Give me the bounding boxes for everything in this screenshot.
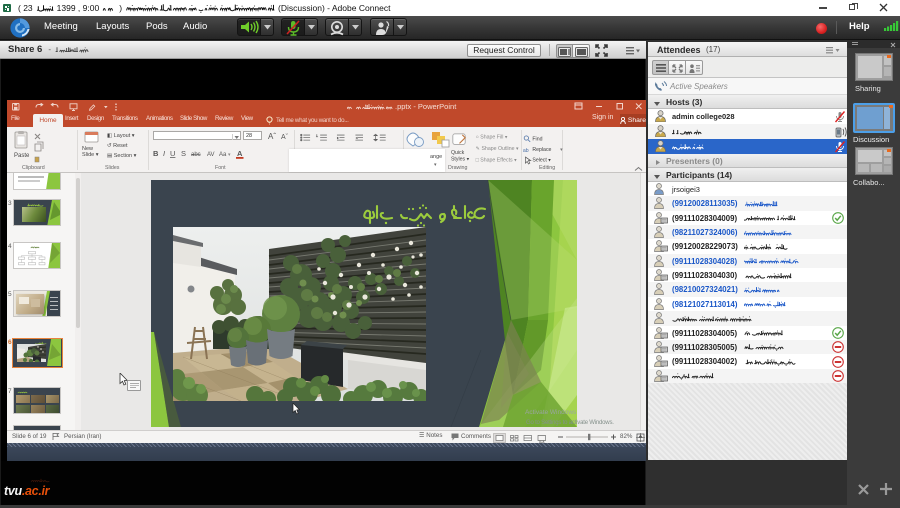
svg-text:Aa: Aa [219, 152, 227, 158]
svg-text:Replace: Replace [532, 147, 551, 153]
svg-text:○ Shape Fill ▾: ○ Shape Fill ▾ [476, 135, 508, 141]
svg-text:◧ Layout ▾: ◧ Layout ▾ [107, 133, 135, 139]
svg-text:□ Shape Effects ▾: □ Shape Effects ▾ [476, 157, 517, 163]
svg-text:Select ▾: Select ▾ [532, 157, 551, 163]
svg-text:▤ Section ▾: ▤ Section ▾ [107, 153, 137, 159]
svg-text:A: A [237, 149, 243, 158]
svg-text:ab: ab [523, 148, 529, 154]
svg-text:Aˆ: Aˆ [268, 132, 276, 141]
svg-text:▾: ▾ [560, 147, 563, 153]
svg-text:Paste: Paste [14, 153, 30, 159]
svg-text:Slide ▾: Slide ▾ [82, 152, 99, 158]
svg-text:Find: Find [532, 137, 542, 143]
svg-text:abc: abc [191, 152, 201, 158]
svg-text:Quick: Quick [451, 150, 465, 156]
svg-text:U: U [170, 149, 175, 158]
svg-text:Styles ▾: Styles ▾ [451, 156, 470, 162]
svg-text:I: I [163, 149, 165, 158]
svg-text:B: B [153, 149, 159, 158]
svg-text:✎ Shape Outline ▾: ✎ Shape Outline ▾ [476, 146, 519, 152]
svg-text:▾: ▾ [434, 162, 437, 168]
svg-text:ange: ange [430, 154, 442, 160]
svg-text:S: S [181, 149, 186, 158]
svg-text:↺ Reset: ↺ Reset [107, 142, 128, 149]
svg-text:▾: ▾ [228, 152, 231, 158]
svg-text:AV: AV [207, 152, 215, 158]
svg-text:Aˇ: Aˇ [281, 134, 289, 141]
